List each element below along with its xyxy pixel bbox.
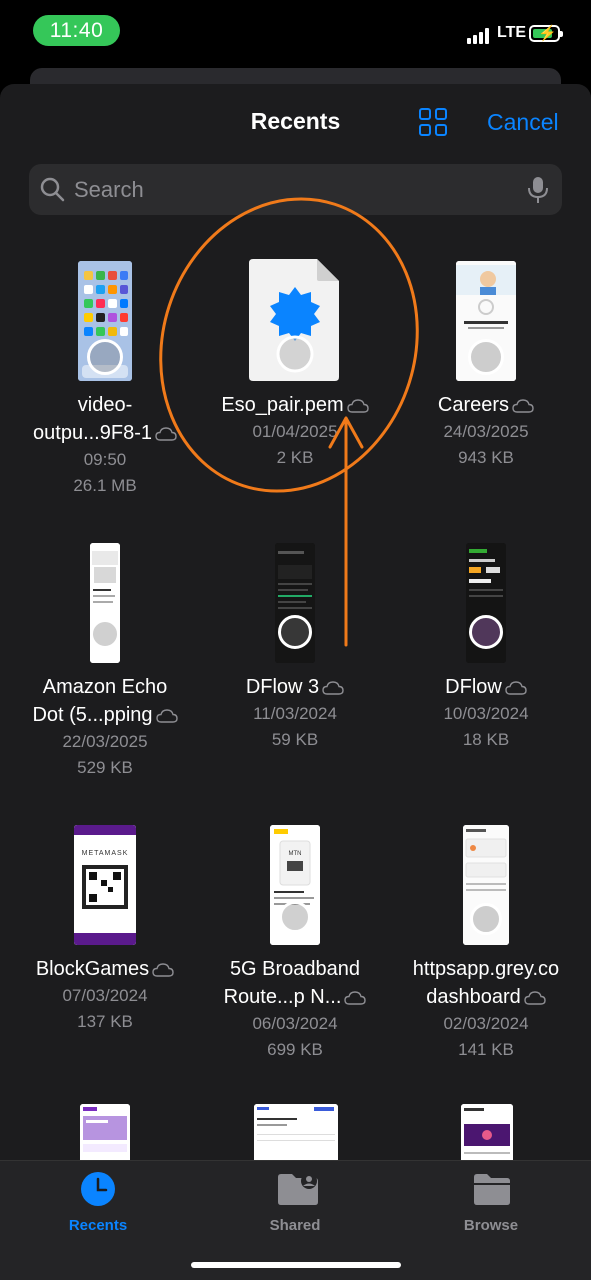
file-size: 943 KB [458, 448, 514, 467]
file-name: DFlow [391, 673, 581, 701]
file-picker-sheet: Recents Cancel Search video- outpu...9F8… [0, 84, 591, 1280]
search-icon [40, 177, 65, 202]
file-thumbnail [90, 543, 120, 663]
file-date: 01/04/2025 [252, 422, 338, 441]
file-size: 699 KB [267, 1040, 323, 1059]
file-item[interactable]: Careers 24/03/2025 943 KB [391, 256, 581, 471]
folder-icon [472, 1171, 510, 1207]
search-field[interactable]: Search [29, 164, 562, 215]
battery-icon: ⚡ [529, 25, 563, 42]
cancel-button[interactable]: Cancel [487, 109, 559, 136]
status-time: 11:40 [33, 15, 120, 46]
file-item[interactable]: httpsapp.grey.co dashboard 02/03/2024 14… [391, 820, 581, 1063]
tab-recents[interactable]: Recents [43, 1171, 153, 1234]
file-item[interactable]: Amazon Echo Dot (5...pping 22/03/2025 52… [10, 538, 200, 781]
file-item[interactable]: Eso_pair.pem 01/04/2025 2 KB [200, 256, 390, 471]
file-size: 18 KB [462, 730, 510, 749]
file-name: BlockGames [10, 955, 200, 983]
cloud-download-icon [505, 681, 527, 695]
file-item[interactable]: MTN 5G Broadband Route...p N... 06/03/20… [200, 820, 390, 1063]
tab-shared[interactable]: Shared [240, 1171, 350, 1234]
file-name-line2: Dot (5...pping [10, 701, 200, 729]
file-size: 529 KB [77, 758, 133, 777]
tab-label: Browse [463, 1217, 519, 1234]
file-item[interactable]: video- outpu...9F8-1 09:50 26.1 MB [10, 256, 200, 499]
file-size: 26.1 MB [73, 476, 137, 495]
metamask-label: METAMASK [82, 850, 129, 857]
cloud-download-icon [512, 399, 534, 413]
file-thumbnail [466, 543, 506, 663]
file-date: 11/03/2024 [253, 704, 337, 723]
clock-icon [79, 1171, 117, 1207]
shared-folder-icon [276, 1171, 318, 1207]
file-thumbnail: MTN [270, 825, 320, 945]
file-date: 09:50 [83, 450, 127, 469]
tab-label: Recents [68, 1217, 128, 1234]
microphone-icon[interactable] [527, 176, 549, 204]
file-size: 2 KB [276, 448, 314, 467]
file-name: Amazon Echo [42, 676, 168, 698]
file-name: video- [77, 394, 133, 416]
tab-browse[interactable]: Browse [436, 1171, 546, 1234]
file-name: DFlow 3 [200, 673, 390, 701]
cloud-download-icon [344, 991, 367, 1005]
file-item[interactable]: DFlow 3 11/03/2024 59 KB [200, 538, 390, 753]
file-thumbnail [463, 825, 509, 945]
cloud-download-icon [346, 399, 369, 413]
file-date: 24/03/2025 [443, 422, 529, 441]
file-date: 07/03/2024 [62, 986, 148, 1005]
file-name-line2: outpu...9F8-1 [10, 419, 200, 447]
file-name-line2: Route...p N... [200, 983, 390, 1011]
file-name: 5G Broadband [229, 958, 361, 980]
grid-icon[interactable] [419, 108, 449, 138]
file-thumbnail [78, 261, 132, 381]
status-bar: 11:40 LTE ⚡ [0, 0, 591, 62]
search-input[interactable]: Search [74, 177, 144, 203]
file-item[interactable]: METAMASK BlockGames 07/03/2024 137 KB [10, 820, 200, 1035]
file-size: 137 KB [77, 1012, 133, 1031]
file-date: 10/03/2024 [443, 704, 529, 723]
signal-icon [467, 28, 491, 44]
file-name: Careers [391, 391, 581, 419]
file-item[interactable]: DFlow 10/03/2024 18 KB [391, 538, 581, 753]
file-date: 22/03/2025 [62, 732, 148, 751]
file-name-line2: dashboard [391, 983, 581, 1011]
file-date: 06/03/2024 [252, 1014, 338, 1033]
network-label: LTE [497, 24, 527, 41]
file-name: Eso_pair.pem [200, 391, 390, 419]
file-size: 141 KB [458, 1040, 514, 1059]
cloud-download-icon [322, 681, 344, 695]
file-size: 59 KB [271, 730, 319, 749]
cloud-download-icon [155, 427, 177, 441]
file-thumbnail: METAMASK [74, 825, 136, 945]
tab-label: Shared [269, 1217, 321, 1234]
document-icon [249, 259, 339, 381]
file-date: 02/03/2024 [443, 1014, 529, 1033]
mtn-label: MTN [289, 851, 302, 857]
cloud-download-icon [155, 709, 178, 723]
cloud-download-icon [524, 991, 546, 1005]
file-name: httpsapp.grey.co [412, 958, 560, 980]
file-thumbnail [456, 261, 516, 381]
file-thumbnail [275, 543, 315, 663]
home-indicator[interactable] [191, 1262, 401, 1268]
cloud-download-icon [152, 963, 174, 977]
